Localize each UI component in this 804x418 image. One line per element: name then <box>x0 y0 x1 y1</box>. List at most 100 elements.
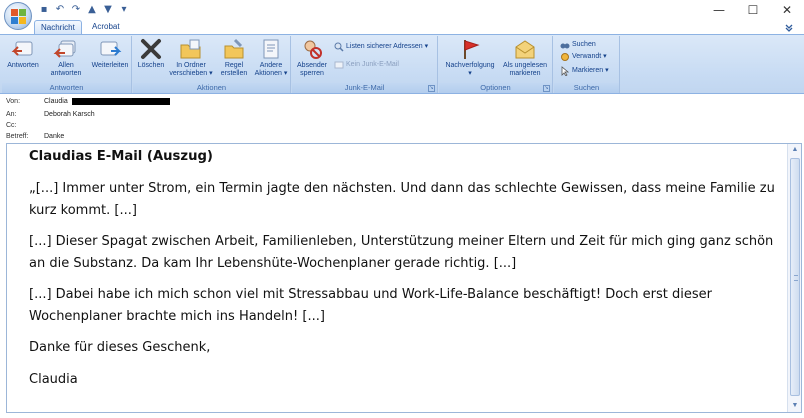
scroll-down-arrow-icon[interactable]: ▼ <box>789 400 801 412</box>
not-junk-icon <box>334 60 344 70</box>
mark-unread-label-1: Als ungelesen <box>503 62 547 69</box>
customize-toolbar-icon[interactable]: ▾ <box>118 3 130 15</box>
previous-item-icon[interactable]: ▲ <box>86 3 98 15</box>
close-button[interactable]: ✕ <box>770 0 804 20</box>
follow-up-label: Nachverfolgung <box>445 62 495 69</box>
message-header: Von: Claudia An: Deborah Karsch Cc: Betr… <box>0 95 804 143</box>
message-title: Claudias E-Mail (Auszug) <box>29 149 213 164</box>
group-label-aktionen: Aktionen <box>133 83 290 93</box>
from-value[interactable]: Claudia <box>44 98 68 105</box>
vertical-scrollbar[interactable]: ▲ ▼ <box>787 144 801 412</box>
save-icon[interactable]: ▪ <box>38 3 50 15</box>
binoculars-icon <box>560 40 570 50</box>
ribbon-minimize-icon[interactable] <box>784 22 794 32</box>
group-aktionen: Löschen In Ordner verschieben ▾ Regel er… <box>133 36 291 93</box>
related-icon <box>560 52 570 62</box>
reply-button[interactable]: Antworten <box>4 38 42 70</box>
group-label-suchen: Suchen <box>554 83 619 93</box>
move-to-folder-button[interactable]: In Ordner verschieben ▾ <box>167 38 215 78</box>
forward-button[interactable]: Weiterleiten <box>88 38 132 70</box>
safe-lists-label: Listen sicherer Adressen ▾ <box>346 43 429 50</box>
tab-acrobat[interactable]: Acrobat <box>86 20 126 34</box>
cc-field: Cc: <box>6 121 44 131</box>
move-label-2: verschieben ▾ <box>169 70 213 77</box>
mark-unread-icon <box>512 38 538 60</box>
other-actions-button[interactable]: Andere Aktionen ▾ <box>251 38 291 78</box>
find-label: Suchen <box>572 41 596 48</box>
to-value[interactable]: Deborah Karsch <box>44 110 95 120</box>
move-label-1: In Ordner <box>176 62 206 69</box>
minimize-button[interactable]: — <box>702 0 736 20</box>
message-body[interactable]: Claudias E-Mail (Auszug) „[...] Immer un… <box>6 143 802 413</box>
subject-value: Danke <box>44 133 65 140</box>
group-junk-email: Absender sperren Listen sicherer Adresse… <box>292 36 438 93</box>
subject-label: Betreff: <box>6 133 29 140</box>
message-content: Claudias E-Mail (Auszug) „[...] Immer un… <box>29 149 781 400</box>
reply-label: Antworten <box>7 62 39 69</box>
from-label: Von: <box>6 98 21 105</box>
options-dialog-launcher-icon[interactable]: ↘ <box>543 85 550 92</box>
junk-dialog-launcher-icon[interactable]: ↘ <box>428 85 435 92</box>
reply-all-label-1: Allen <box>58 62 74 69</box>
cursor-icon <box>560 66 570 77</box>
safe-lists-icon <box>334 42 344 52</box>
forward-icon <box>97 38 123 60</box>
message-paragraph-1: „[...] Immer unter Strom, ein Termin jag… <box>29 181 775 218</box>
select-label: Markieren ▾ <box>572 67 609 74</box>
title-bar: ▪ ↶ ↷ ▲ ▼ ▾ — ☐ ✕ <box>0 0 804 30</box>
cc-label: Cc: <box>6 122 17 129</box>
follow-up-button[interactable]: Nachverfolgung ▾ <box>441 38 499 78</box>
group-antworten: Antworten Allen antworten Weiterleiten A… <box>2 36 132 93</box>
office-logo-icon <box>11 9 26 24</box>
delete-button[interactable]: Löschen <box>135 38 167 70</box>
scroll-grip-icon <box>794 275 798 281</box>
redo-icon[interactable]: ↷ <box>70 3 82 15</box>
reply-all-icon <box>53 38 79 60</box>
find-button[interactable]: Suchen <box>560 40 596 50</box>
group-label-antworten: Antworten <box>2 83 131 93</box>
select-button[interactable]: Markieren ▾ <box>560 66 609 77</box>
group-label-optionen: Optionen <box>439 83 552 93</box>
follow-up-dropdown-icon: ▾ <box>468 70 472 77</box>
not-junk-button[interactable]: Kein Junk-E-Mail <box>334 60 399 70</box>
from-value-wrap: Claudia <box>44 97 170 107</box>
undo-icon[interactable]: ↶ <box>54 3 66 15</box>
message-closing: Danke für dieses Geschenk, <box>29 340 211 355</box>
scroll-thumb[interactable] <box>790 158 800 396</box>
delete-icon <box>138 38 164 60</box>
other-actions-label-2: Aktionen ▾ <box>254 70 288 77</box>
block-sender-button[interactable]: Absender sperren <box>294 38 330 78</box>
ribbon: Antworten Allen antworten Weiterleiten A… <box>0 34 804 94</box>
related-label: Verwandt ▾ <box>572 53 607 60</box>
rule-label-1: Regel <box>224 62 244 69</box>
block-sender-label-1: Absender <box>297 62 327 69</box>
redacted-email-bar <box>71 97 170 105</box>
next-item-icon[interactable]: ▼ <box>102 3 114 15</box>
create-rule-icon <box>221 38 247 60</box>
group-label-junk-email: Junk-E-Mail <box>292 83 437 93</box>
message-signature: Claudia <box>29 371 78 387</box>
mark-unread-button[interactable]: Als ungelesen markieren <box>499 38 551 78</box>
other-actions-icon <box>258 38 284 60</box>
block-sender-icon <box>299 38 325 60</box>
ribbon-tabs: Nachricht Acrobat <box>0 20 804 34</box>
scroll-up-arrow-icon[interactable]: ▲ <box>789 144 801 156</box>
safe-lists-button[interactable]: Listen sicherer Adressen ▾ <box>334 42 428 52</box>
reply-all-label-2: antworten <box>50 70 82 77</box>
delete-label: Löschen <box>137 62 165 69</box>
rule-label-2: erstellen <box>220 70 248 77</box>
related-button[interactable]: Verwandt ▾ <box>560 52 607 62</box>
create-rule-button[interactable]: Regel erstellen <box>217 38 251 78</box>
message-paragraph-3: [...] Dabei habe ich mich schon viel mit… <box>29 287 712 324</box>
window-controls: — ☐ ✕ <box>702 0 804 20</box>
forward-label: Weiterleiten <box>91 62 129 69</box>
subject-field: Betreff: Danke <box>6 132 64 142</box>
to-label: An: <box>6 111 17 118</box>
tab-nachricht[interactable]: Nachricht <box>34 20 82 34</box>
not-junk-label: Kein Junk-E-Mail <box>346 61 399 68</box>
reply-all-button[interactable]: Allen antworten <box>46 38 86 78</box>
office-button[interactable] <box>4 2 32 30</box>
maximize-button[interactable]: ☐ <box>736 0 770 20</box>
move-to-folder-icon <box>178 38 204 60</box>
reply-icon <box>10 38 36 60</box>
